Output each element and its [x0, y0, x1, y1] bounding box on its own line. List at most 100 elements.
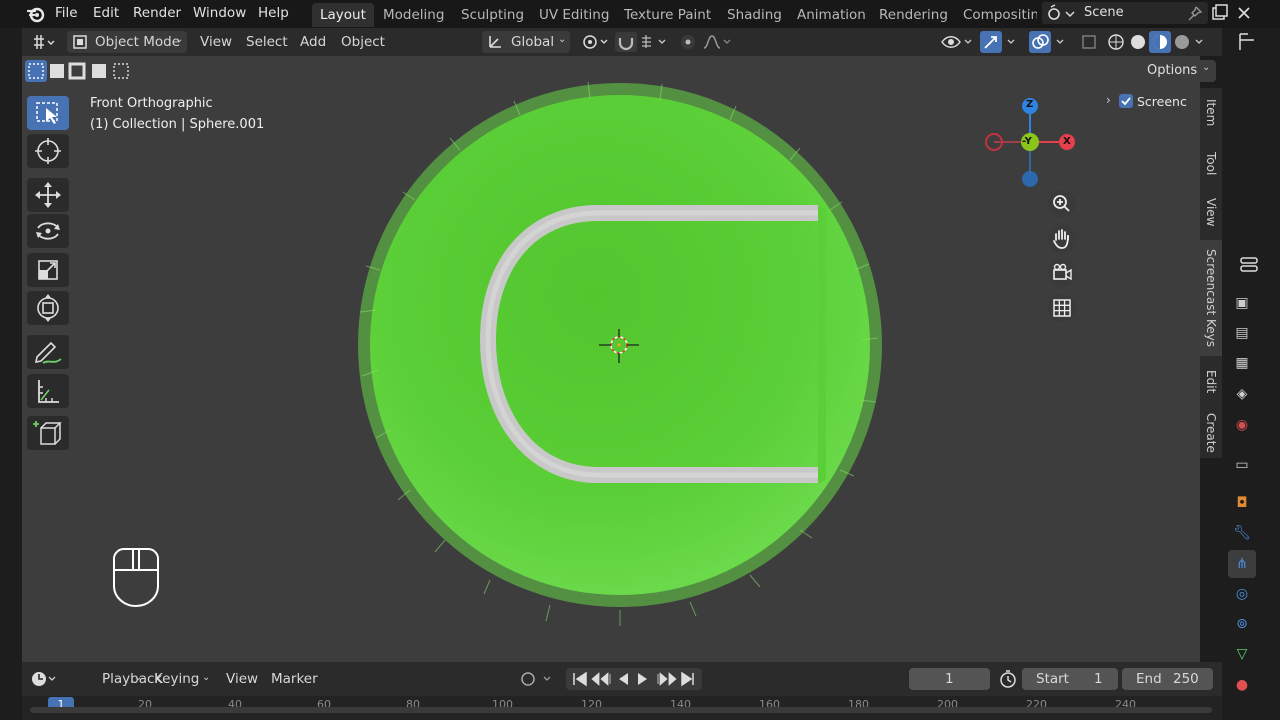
outliner-editor-icon[interactable]: [1238, 32, 1262, 52]
gizmo-neg-z-axis: [1022, 171, 1038, 187]
tab-shading[interactable]: Shading: [719, 3, 790, 27]
marker-menu[interactable]: Marker: [271, 671, 318, 687]
zoom-magnifier-icon: [1053, 195, 1070, 212]
snap-icon[interactable]: [615, 32, 673, 52]
object-properties-icon[interactable]: ◘: [1232, 493, 1252, 513]
sidebar-tab-screencast-keys[interactable]: Screencast Keys: [1200, 240, 1222, 356]
particles-tab[interactable]: ⋔: [1228, 550, 1256, 578]
pivot-point-icon[interactable]: [580, 32, 610, 52]
menu-help[interactable]: Help: [258, 5, 289, 21]
gizmo-z-label: Z: [1026, 99, 1034, 110]
measure-tool[interactable]: [27, 374, 69, 408]
output-properties-icon[interactable]: ▦: [1232, 353, 1252, 373]
chevron-down-icon: ⌄: [202, 672, 211, 683]
pin-icon[interactable]: [1187, 5, 1203, 21]
end-label: End: [1136, 671, 1162, 687]
menu-select[interactable]: Select: [246, 34, 288, 50]
selection-mode-icons[interactable]: [25, 60, 135, 82]
sidebar-tab-edit[interactable]: Edit: [1200, 362, 1222, 402]
timeline-view-menu[interactable]: View: [226, 671, 258, 687]
view-name: Front Orthographic: [90, 96, 213, 111]
zoom-button[interactable]: [1048, 190, 1076, 218]
timeline-scrollbar[interactable]: [30, 707, 1212, 713]
grid-icon: [1053, 299, 1071, 317]
camera-icon: [1053, 263, 1072, 281]
scene-properties-icon[interactable]: ◉: [1232, 415, 1252, 435]
current-frame-value: 1: [945, 671, 954, 687]
left-edge-strip: [0, 28, 22, 720]
auto-keying-icon[interactable]: [518, 669, 558, 689]
camera-view-button[interactable]: [1048, 259, 1076, 287]
move-tool[interactable]: [27, 178, 69, 212]
new-scene-icon[interactable]: [1211, 4, 1229, 22]
proportional-editing-icon[interactable]: [678, 32, 734, 52]
tab-texture-paint[interactable]: Texture Paint: [616, 3, 719, 27]
collection-info: (1) Collection | Sphere.001: [90, 117, 265, 132]
mode-label: Object Mode: [95, 34, 181, 50]
overlays-toggle-icon[interactable]: [1029, 31, 1073, 53]
cursor-tool[interactable]: [27, 134, 69, 168]
modifier-properties-icon[interactable]: 🔧︎: [1232, 523, 1252, 543]
object-mode-icon: [73, 35, 87, 49]
hand-icon: [1053, 229, 1069, 249]
world-properties-icon[interactable]: ▭: [1232, 455, 1252, 475]
tab-uv-editing[interactable]: UV Editing: [531, 3, 617, 27]
sidebar-tab-view[interactable]: View: [1200, 192, 1222, 232]
tool-properties-icon[interactable]: ▣: [1232, 293, 1252, 313]
chevron-right-icon[interactable]: ›: [1106, 93, 1111, 107]
menu-object[interactable]: Object: [341, 34, 385, 50]
tab-animation[interactable]: Animation: [789, 3, 874, 27]
keying-menu[interactable]: Keying: [154, 671, 199, 687]
menu-add[interactable]: Add: [300, 34, 326, 50]
screencast-checkbox[interactable]: [1119, 94, 1133, 108]
data-properties-icon[interactable]: ▽: [1232, 644, 1252, 664]
tab-modeling[interactable]: Modeling: [375, 3, 452, 27]
pan-button[interactable]: [1048, 225, 1076, 253]
menu-render[interactable]: Render: [133, 5, 181, 21]
properties-editor-icon[interactable]: [1238, 255, 1262, 275]
annotate-tool[interactable]: [27, 335, 69, 369]
menu-view[interactable]: View: [200, 34, 232, 50]
tab-sculpting[interactable]: Sculpting: [453, 3, 532, 27]
menu-file[interactable]: File: [55, 5, 78, 21]
visibility-icon[interactable]: [940, 32, 974, 52]
add-cube-icon: [33, 421, 62, 445]
xray-icon[interactable]: [1080, 33, 1098, 51]
menu-window[interactable]: Window: [193, 5, 246, 21]
gizmo-y-label: -Y: [1022, 136, 1032, 147]
tab-rendering[interactable]: Rendering: [871, 3, 956, 27]
top-menubar: File Edit Render Window Help Layout Mode…: [0, 0, 1280, 28]
render-properties-icon[interactable]: ▤: [1232, 323, 1252, 343]
view-layer-properties-icon[interactable]: ◈: [1232, 384, 1252, 404]
constraints-properties-icon[interactable]: ⊚: [1232, 614, 1252, 634]
tab-compositing[interactable]: Compositin: [955, 3, 1037, 27]
perspective-toggle-button[interactable]: [1048, 294, 1076, 322]
particles-properties-icon: ⋔: [1236, 556, 1248, 572]
transform-tool[interactable]: [27, 291, 69, 325]
add-cube-tool[interactable]: [27, 416, 69, 450]
gizmo-toggle-icon[interactable]: [980, 31, 1024, 53]
playback-controls[interactable]: [566, 668, 702, 690]
start-label: Start: [1036, 671, 1069, 687]
sidebar-tab-create[interactable]: Create: [1200, 406, 1222, 460]
material-properties-icon[interactable]: ●: [1232, 675, 1252, 695]
select-box-icon: [36, 102, 58, 124]
orientation-axes-icon: [489, 36, 501, 48]
blender-logo-icon[interactable]: [26, 4, 46, 24]
close-scene-icon[interactable]: [1236, 5, 1252, 21]
rotate-tool[interactable]: [27, 214, 69, 248]
timeline-editor-icon[interactable]: [30, 670, 58, 688]
select-box-tool[interactable]: [27, 96, 69, 130]
menu-edit[interactable]: Edit: [93, 5, 119, 21]
tab-layout[interactable]: Layout: [312, 3, 374, 27]
rotate-icon: [36, 222, 60, 240]
stopwatch-icon[interactable]: [998, 669, 1018, 689]
sidebar-tab-item[interactable]: Item: [1200, 92, 1222, 134]
sidebar-tab-tool[interactable]: Tool: [1200, 144, 1222, 184]
screencast-label: Screenc: [1137, 94, 1187, 109]
gizmo-x-label: X: [1063, 136, 1071, 147]
editor-type-icon[interactable]: [31, 33, 57, 51]
scale-tool[interactable]: [27, 253, 69, 287]
shading-modes-icon[interactable]: [1104, 31, 1212, 53]
physics-properties-icon[interactable]: ◎: [1232, 584, 1252, 604]
